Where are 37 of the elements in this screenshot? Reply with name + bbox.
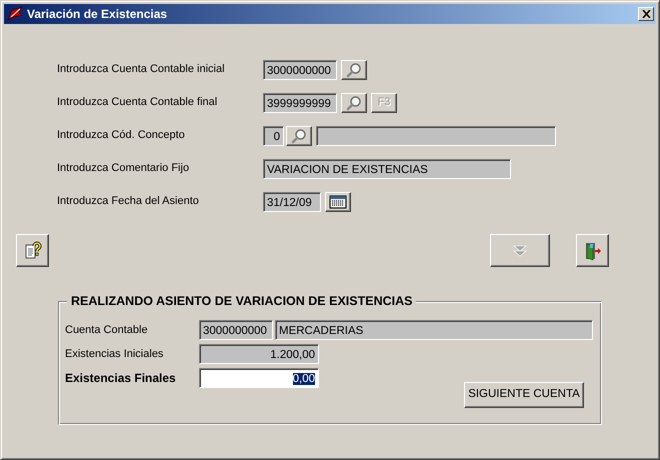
- close-icon: [642, 10, 650, 18]
- text-field[interactable]: 3000000000: [199, 320, 273, 340]
- input-field[interactable]: 0,00: [199, 368, 319, 388]
- text-field[interactable]: VARIACION DE EXISTENCIAS: [263, 158, 511, 178]
- app-icon: [7, 6, 23, 22]
- search-icon: [346, 62, 362, 78]
- text-field[interactable]: MERCADERIAS: [275, 320, 593, 340]
- double-chevron-down-icon: [513, 244, 527, 256]
- help-button[interactable]: [16, 234, 49, 267]
- group-title: REALIZANDO ASIENTO DE VARIACION DE EXISTENCIAS: [67, 294, 416, 308]
- field-label: Introduzca Cuenta Contable final: [57, 95, 218, 110]
- search-icon: [291, 128, 307, 144]
- search-icon: [346, 94, 362, 110]
- text-field[interactable]: 1.200,00: [199, 344, 319, 364]
- search-button[interactable]: [286, 126, 312, 146]
- field-label: Introduzca Cód. Concepto: [57, 128, 186, 144]
- field-label: Introduzca Fecha del Asiento: [57, 194, 200, 210]
- text-field[interactable]: 31/12/09: [263, 192, 321, 212]
- exit-door-icon: [584, 240, 602, 260]
- text-field[interactable]: 3999999999: [263, 92, 337, 112]
- calendar-icon: [329, 194, 347, 208]
- field-label: Cuenta Contable: [65, 322, 149, 338]
- text-field[interactable]: 0: [263, 126, 284, 146]
- search-button[interactable]: [341, 92, 367, 112]
- field-label: Existencias Finales: [65, 370, 177, 387]
- exit-button[interactable]: [576, 234, 609, 267]
- help-icon: [22, 240, 42, 260]
- search-button[interactable]: [341, 60, 367, 80]
- next-account-button[interactable]: SIGUIENTE CUENTA: [464, 382, 584, 408]
- close-button[interactable]: [638, 7, 654, 21]
- text-field[interactable]: 3000000000: [263, 60, 337, 80]
- text-field[interactable]: [316, 126, 556, 146]
- field-label: Introduzca Cuenta Contable inicial: [57, 62, 226, 78]
- field-label: Existencias Iniciales: [65, 346, 164, 362]
- field-label: Introduzca Comentario Fijo: [57, 161, 190, 176]
- calendar-button[interactable]: [325, 192, 351, 212]
- window-title: Variación de Existencias: [27, 6, 168, 23]
